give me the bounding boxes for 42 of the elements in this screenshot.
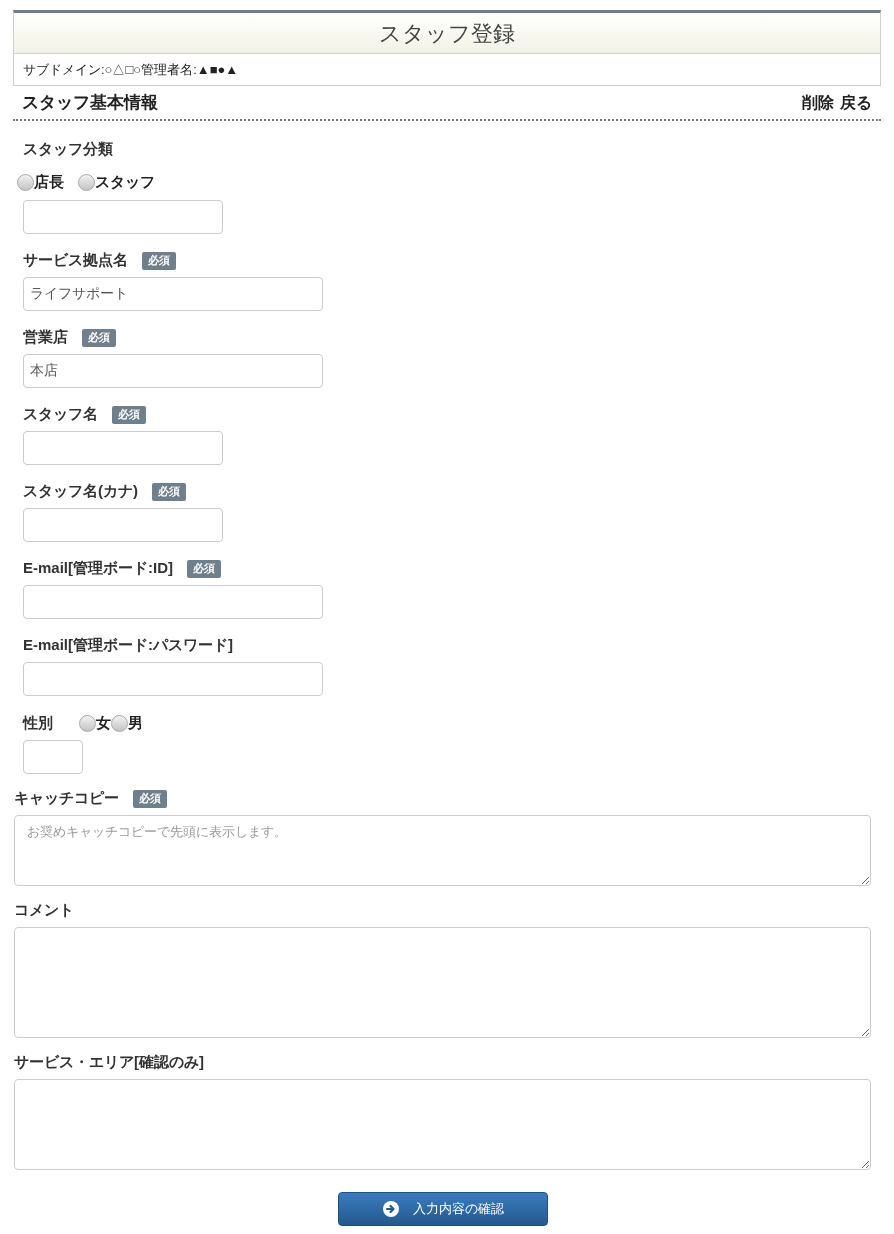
delete-link[interactable]: 削除 bbox=[802, 90, 834, 115]
input-field[interactable]: ライフサポート bbox=[23, 276, 323, 311]
field-label: キャッチコピー bbox=[14, 788, 119, 809]
field-label: スタッフ名 bbox=[23, 404, 98, 425]
field-label: 営業店 bbox=[23, 327, 68, 348]
field-label: E-mail[管理ボード:ID] bbox=[23, 558, 173, 579]
field-label: サービス・エリア[確認のみ] bbox=[14, 1052, 204, 1073]
field-label: スタッフ分類 bbox=[23, 138, 113, 159]
input-field[interactable] bbox=[23, 661, 323, 696]
admin-info: サブドメイン:○△□○管理者名:▲■●▲ bbox=[23, 60, 239, 79]
required-badge: 必須 bbox=[187, 559, 221, 578]
text-area[interactable] bbox=[14, 1078, 871, 1170]
required-badge: 必須 bbox=[142, 251, 176, 270]
input-field[interactable] bbox=[23, 739, 83, 774]
text-area[interactable]: お奨めキャッチコピーで先頭に表示します。 bbox=[14, 814, 871, 886]
input-field[interactable] bbox=[23, 584, 323, 619]
input-field[interactable] bbox=[23, 199, 223, 234]
required-badge: 必須 bbox=[82, 328, 116, 347]
field-label: スタッフ名(カナ) bbox=[23, 481, 138, 502]
radio-label: 店長 bbox=[34, 172, 64, 192]
section-title: スタッフ基本情報 bbox=[22, 91, 158, 114]
confirm-button[interactable]: 入力内容の確認 bbox=[338, 1191, 548, 1226]
required-badge: 必須 bbox=[112, 405, 146, 424]
radio-label: スタッフ bbox=[95, 172, 155, 192]
field-label: サービス拠点名 bbox=[23, 250, 128, 271]
radio-button[interactable] bbox=[78, 173, 95, 191]
radio-label: 女 bbox=[96, 713, 111, 734]
text-area[interactable] bbox=[14, 926, 871, 1038]
required-badge: 必須 bbox=[152, 482, 186, 501]
required-badge: 必須 bbox=[133, 789, 167, 808]
radio-button[interactable] bbox=[79, 715, 96, 732]
arrow-circle-icon bbox=[382, 1200, 399, 1217]
field-label: コメント bbox=[14, 900, 74, 921]
radio-label: 男 bbox=[128, 713, 143, 734]
back-link[interactable]: 戻る bbox=[840, 90, 872, 115]
input-field[interactable]: 本店 bbox=[23, 353, 323, 388]
field-label: E-mail[管理ボード:パスワード] bbox=[23, 635, 233, 656]
field-label: 性別 bbox=[23, 713, 53, 734]
input-field[interactable] bbox=[23, 507, 223, 542]
radio-button[interactable] bbox=[17, 173, 34, 191]
radio-button[interactable] bbox=[111, 715, 128, 732]
input-field[interactable] bbox=[23, 430, 223, 465]
